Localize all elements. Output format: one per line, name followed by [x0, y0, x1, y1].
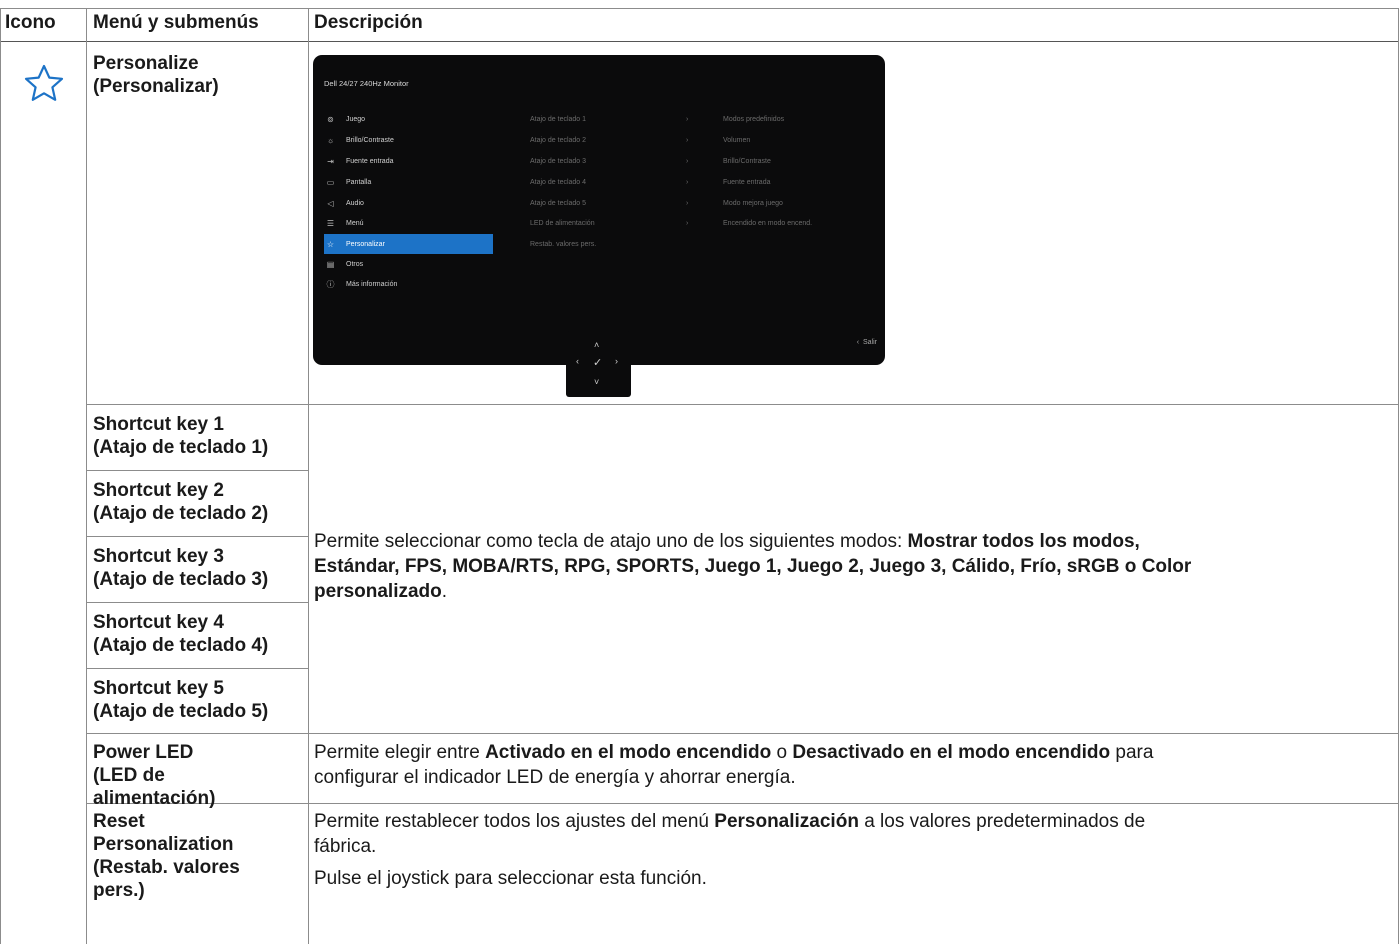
chevron-right-icon: ›: [686, 179, 689, 186]
joystick-panel: ˄ ‹ ✓ › ˅: [566, 331, 631, 397]
menu-table: Icono Menú y submenús Descripción Person…: [0, 0, 1399, 944]
reset-description: Permite restablecer todos los ajustes de…: [314, 811, 1146, 889]
check-icon: ✓: [593, 357, 603, 369]
info-icon: ⓘ: [326, 279, 335, 289]
osd-submenu-item: Restab. valores pers.: [530, 241, 597, 248]
star-icon: [24, 64, 64, 101]
osd-submenu-item: Atajo de teclado 3: [530, 158, 587, 165]
row-shortcut-key-5: Shortcut key 5 (Atajo de teclado 5): [93, 678, 269, 722]
table-left-border: [0, 8, 1, 944]
chevron-up-icon: ˄: [594, 340, 600, 350]
gamepad-icon: ⊚: [327, 114, 334, 124]
chevron-right-icon: ›: [686, 200, 689, 207]
osd-menu-item: ⇥ Fuente entrada: [324, 151, 493, 171]
osd-title: Dell 24/27 240Hz Monitor: [324, 79, 409, 88]
chevron-right-icon: ›: [686, 116, 689, 123]
table-top-border: [0, 8, 1399, 9]
row-personalize: Personalize (Personalizar): [93, 52, 308, 98]
row-power-led: Power LED (LED de alimentación): [93, 742, 216, 809]
star-icon: ☆: [326, 239, 335, 249]
header-icon: Icono: [5, 12, 56, 33]
osd-menu-item: ☼ Brillo/Contraste: [324, 130, 493, 150]
osd-value: Brillo/Contraste: [723, 158, 771, 165]
osd-submenu-item: Atajo de teclado 4: [530, 179, 587, 186]
chevron-right-icon: ›: [615, 356, 618, 366]
row-shortcut-key-1: Shortcut key 1 (Atajo de teclado 1): [93, 414, 269, 458]
others-icon: ▤: [326, 259, 335, 269]
header-bottom-border: [0, 41, 1399, 42]
osd-screenshot: Dell 24/27 240Hz Monitor ⊚ Juego ☼ Brillo/…: [313, 55, 885, 365]
menu-icon: ☰: [326, 218, 335, 228]
row-divider: [86, 733, 1399, 734]
row-divider: [86, 602, 309, 603]
osd-menu-item: ◁ Audio: [324, 193, 493, 213]
osd-submenu-item: LED de alimentación: [530, 220, 595, 227]
osd-menu-item-selected: ☆ Personalizar: [324, 234, 493, 254]
row-shortcut-key-3: Shortcut key 3 (Atajo de teclado 3): [93, 546, 269, 590]
osd-submenu-item: Atajo de teclado 5: [530, 200, 587, 207]
osd-value: Fuente entrada: [723, 179, 771, 186]
osd-value: Encendido en modo encend.: [723, 220, 813, 227]
row-reset-personalization: Reset Personalization (Restab. valores p…: [93, 811, 240, 901]
header-description: Descripción: [314, 12, 423, 33]
row-divider: [86, 668, 309, 669]
header-menu: Menú y submenús: [93, 12, 259, 33]
brightness-icon: ☼: [326, 135, 335, 145]
osd-value: Modo mejora juego: [723, 200, 783, 207]
row-shortcut-key-4: Shortcut key 4 (Atajo de teclado 4): [93, 612, 269, 656]
chevron-right-icon: ›: [686, 220, 689, 227]
chevron-right-icon: ›: [686, 137, 689, 144]
osd-value: Volumen: [723, 137, 751, 144]
row-personalize-es: (Personalizar): [93, 76, 219, 97]
row-personalize-en: Personalize: [93, 53, 199, 74]
osd-exit: ‹ Salir: [856, 339, 877, 346]
chevron-right-icon: ›: [686, 158, 689, 165]
row-divider: [86, 470, 309, 471]
chevron-left-icon: ‹: [576, 356, 579, 366]
row-shortcut-key-2: Shortcut key 2 (Atajo de teclado 2): [93, 480, 269, 524]
input-source-icon: ⇥: [327, 156, 334, 166]
speaker-icon: ◁: [327, 198, 334, 208]
osd-submenu-item: Atajo de teclado 1: [530, 116, 587, 123]
osd-menu-item: ⊚ Juego: [324, 109, 493, 129]
power-led-description: Permite elegir entre Activado en el modo…: [314, 742, 1154, 788]
row-divider: [86, 536, 309, 537]
chevron-down-icon: ˅: [594, 377, 600, 387]
display-icon: ▭: [326, 177, 335, 187]
shortcut-description: Permite seleccionar como tecla de atajo …: [314, 531, 1192, 602]
osd-menu-item: ▭ Pantalla: [324, 172, 493, 192]
osd-menu-item: ☰ Menú: [324, 213, 493, 233]
osd-value: Modos predefinidos: [723, 116, 785, 123]
osd-submenu-item: Atajo de teclado 2: [530, 137, 587, 144]
osd-menu-item: ▤ Otros: [324, 254, 493, 274]
osd-menu-item: ⓘ Más información: [324, 274, 493, 294]
row-divider: [86, 404, 1399, 405]
